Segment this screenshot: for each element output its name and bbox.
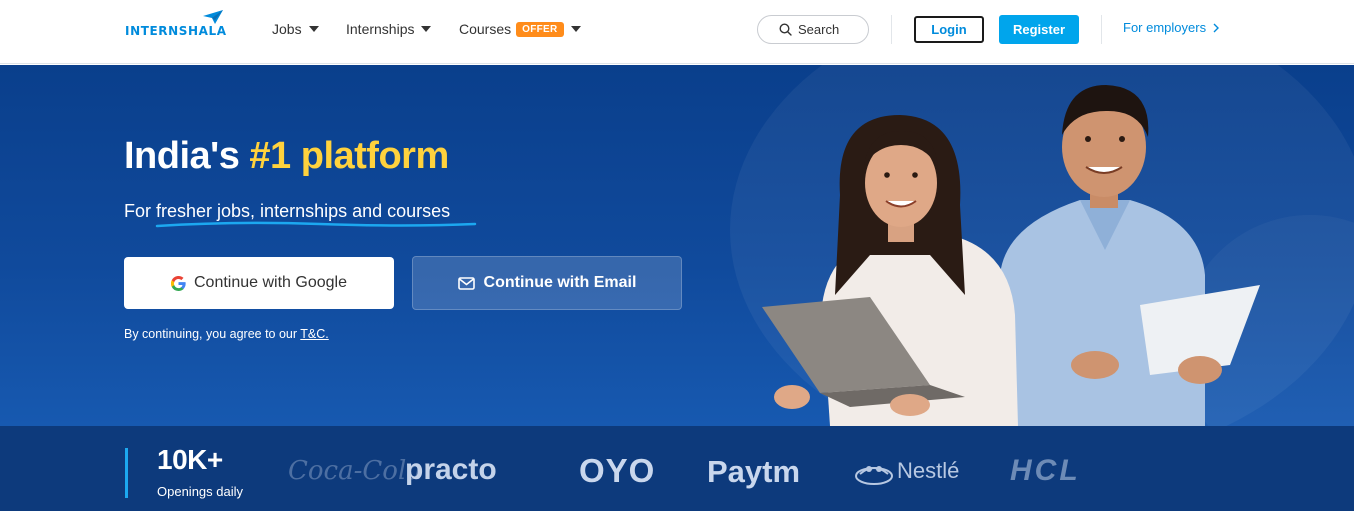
search-button[interactable]: Search: [757, 15, 869, 44]
brand-logo-hcl: HCL: [1010, 454, 1081, 487]
register-button[interactable]: Register: [999, 15, 1079, 44]
paper-plane-icon: [203, 10, 223, 24]
nav-jobs-label: Jobs: [272, 21, 302, 37]
google-button-label: Continue with Google: [194, 274, 347, 291]
brand-logo-oyo: OYO: [579, 452, 656, 489]
offer-badge: OFFER: [516, 21, 564, 37]
for-employers-label: For employers: [1123, 20, 1207, 35]
chevron-right-icon: [1213, 23, 1220, 32]
man-figure: [1000, 85, 1260, 426]
chevron-down-icon: [570, 26, 581, 32]
nav-courses[interactable]: Courses OFFER: [459, 20, 581, 38]
hero-subtitle-underlined: fresher jobs, internships and courses: [156, 201, 451, 221]
terms-text: By continuing, you agree to our T&C.: [124, 327, 329, 341]
openings-count: 10K+: [157, 444, 223, 475]
nav-internships-label: Internships: [346, 21, 415, 37]
hero-section: India's #1 platform For fresher jobs, in…: [0, 65, 1354, 426]
email-button-label: Continue with Email: [483, 274, 637, 291]
nav-jobs[interactable]: Jobs: [272, 20, 319, 38]
continue-with-google-button[interactable]: Continue with Google: [124, 257, 394, 309]
brand-logo-paytm: Paytm: [707, 454, 801, 489]
hero-title: India's #1 platform: [124, 135, 449, 177]
mail-icon: [457, 276, 475, 290]
logo-wordmark: INTERNSHALA: [125, 24, 227, 38]
companies-strip: 10K+ Openings daily Coca-Cola practo OYO…: [0, 426, 1354, 511]
header-divider: [891, 15, 892, 44]
search-icon: [779, 23, 792, 36]
brand-logo-practo: practo: [405, 453, 497, 486]
search-label: Search: [798, 22, 840, 37]
brand-logo-nestle: Nestlé: [854, 456, 959, 486]
brand-logo-cocacola: Coca-Cola: [288, 456, 422, 486]
chevron-down-icon: [308, 26, 319, 32]
site-header: INTERNSHALA Jobs Internships Courses OFF…: [0, 0, 1354, 64]
terms-link[interactable]: T&C.: [300, 327, 328, 341]
header-divider: [1101, 15, 1102, 44]
nav-courses-label: Courses: [459, 21, 512, 37]
login-button[interactable]: Login: [914, 16, 984, 43]
chevron-down-icon: [421, 26, 432, 32]
nest-emblem-icon: [855, 466, 893, 485]
hero-title-highlight: #1 platform: [249, 135, 449, 177]
brush-underline: [155, 221, 477, 228]
hero-people-illustration: [762, 85, 1260, 426]
internshala-logo[interactable]: INTERNSHALA: [125, 10, 227, 42]
continue-with-email-button[interactable]: Continue with Email: [412, 256, 682, 310]
for-employers-link[interactable]: For employers: [1123, 20, 1220, 35]
openings-label: Openings daily: [157, 484, 243, 499]
nav-internships[interactable]: Internships: [346, 20, 432, 38]
google-icon: [171, 275, 186, 291]
stat-accent-bar: [125, 448, 128, 498]
woman-figure: [762, 115, 1018, 426]
